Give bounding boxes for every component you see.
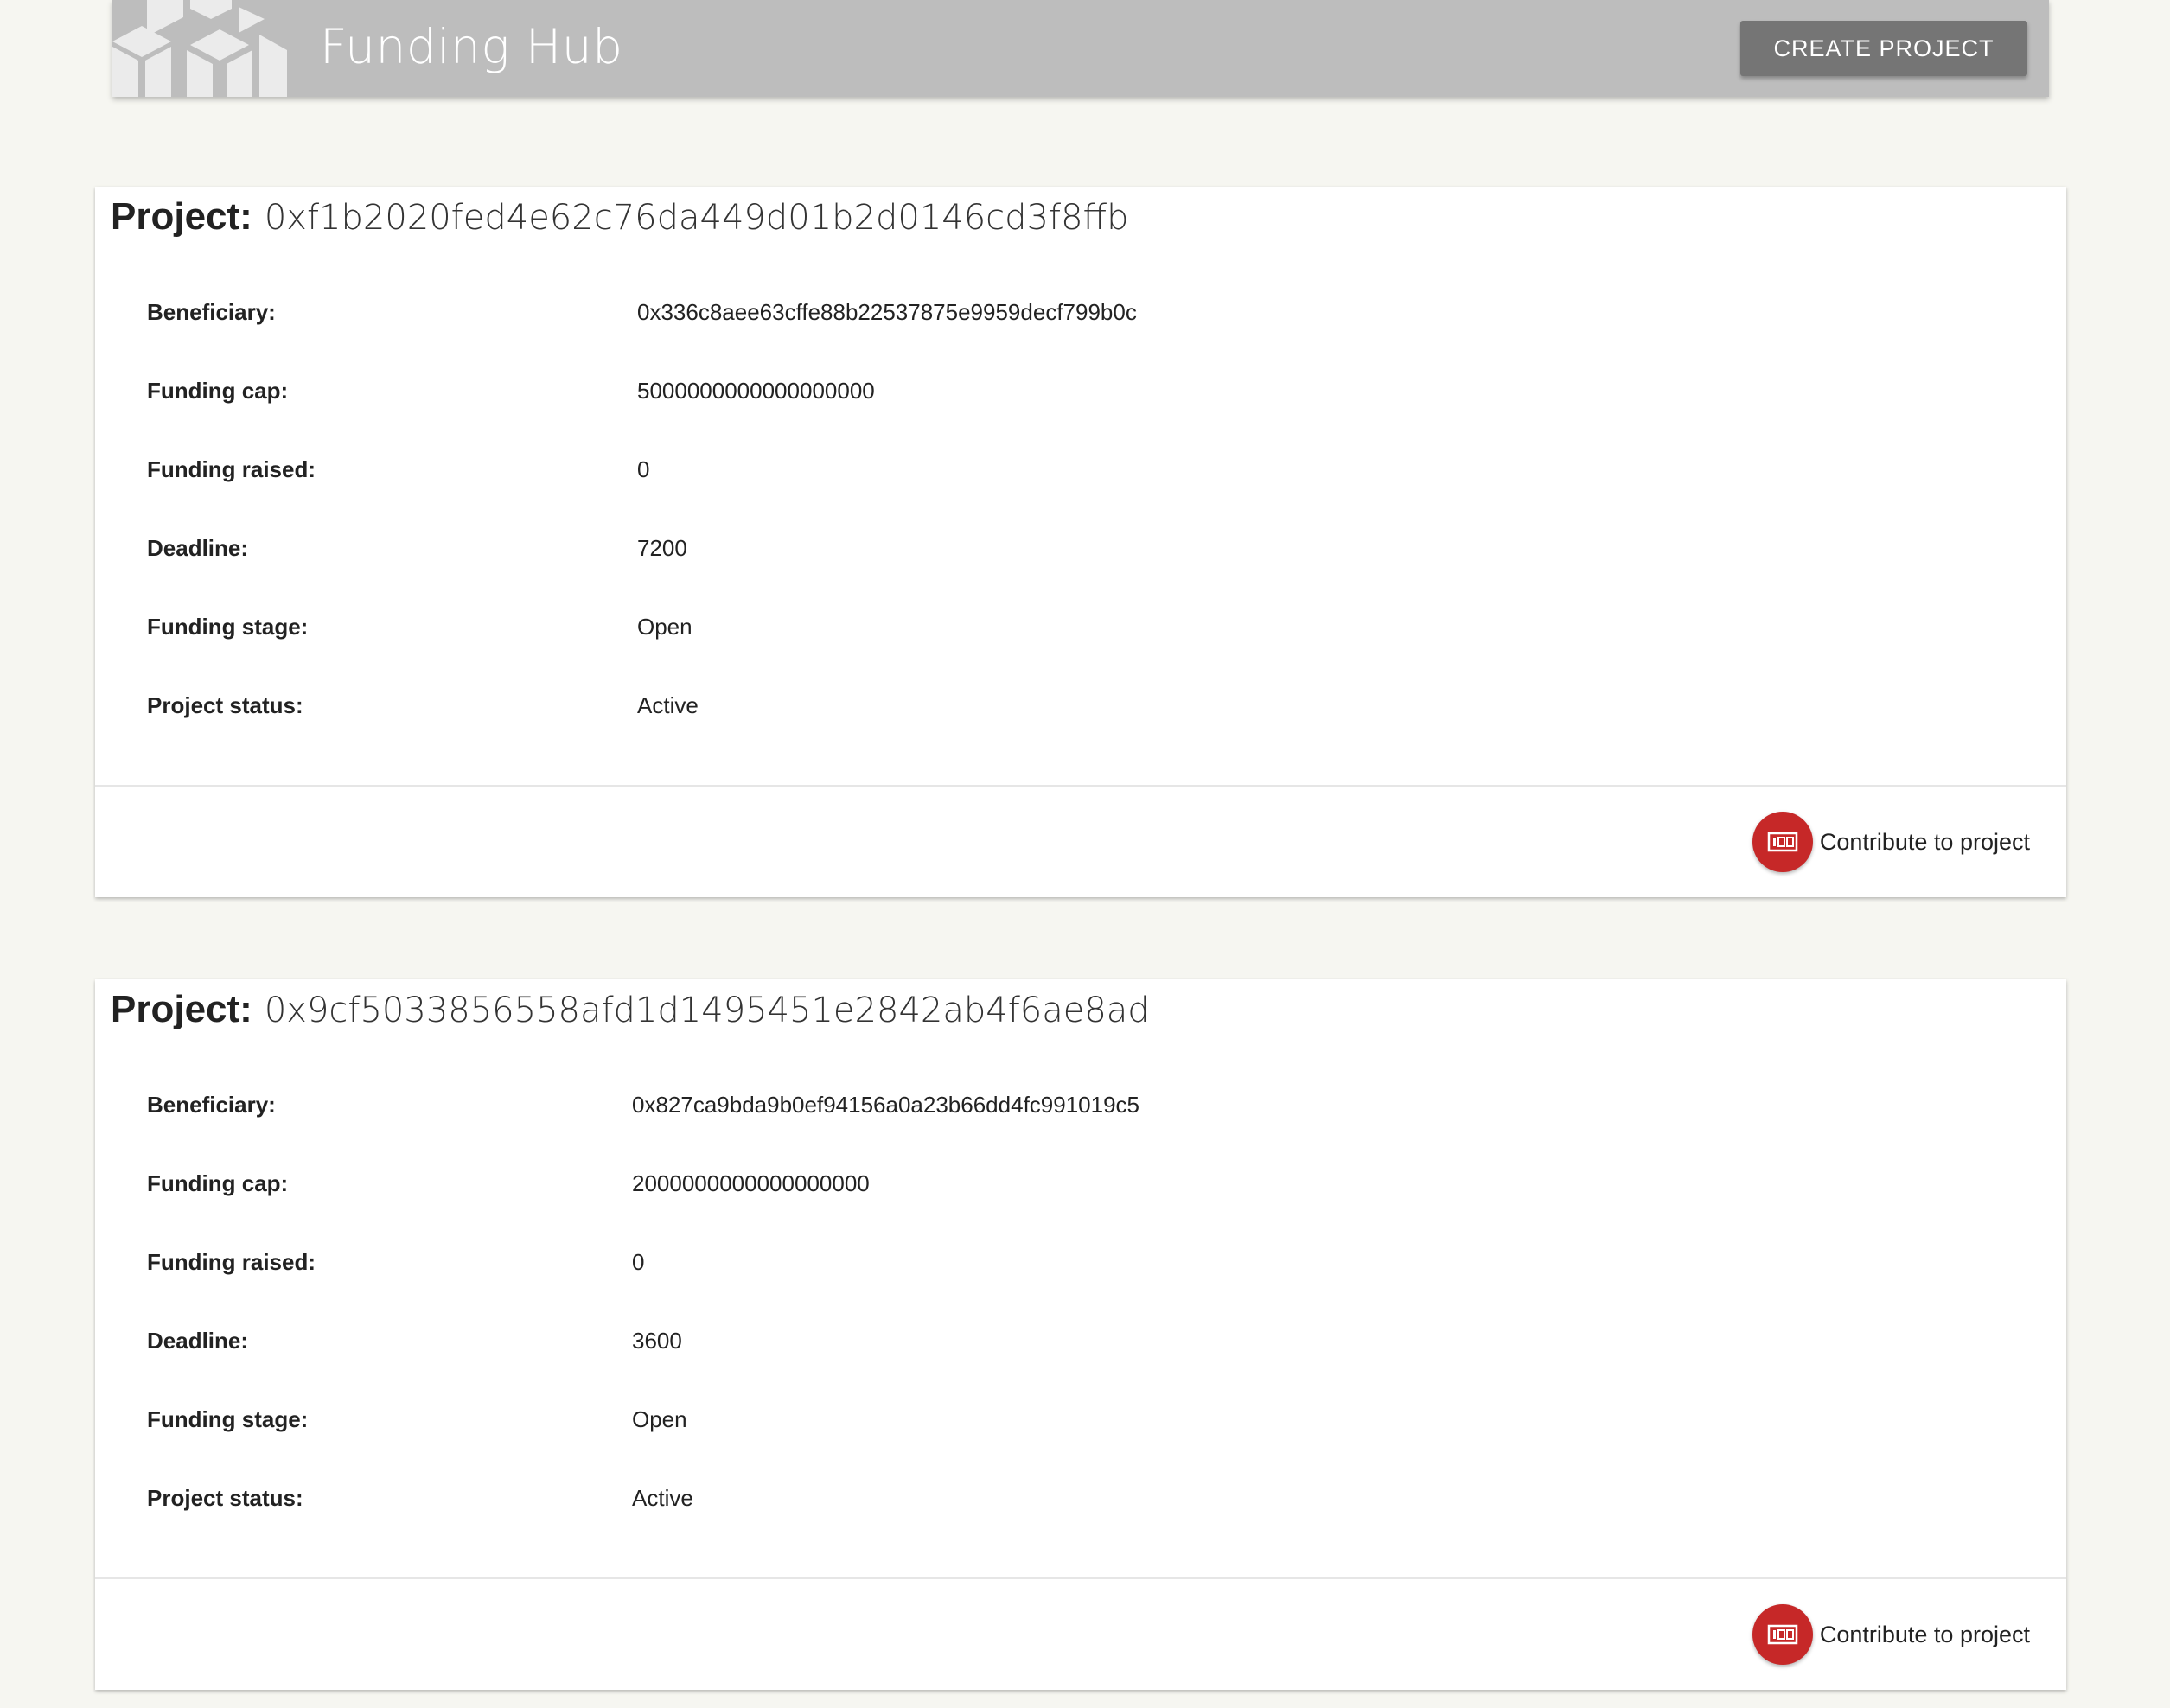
- app-title: Funding Hub: [320, 19, 623, 74]
- field-label: Beneficiary:: [147, 299, 276, 325]
- field-value: 2000000000000000000: [632, 1170, 870, 1196]
- field-beneficiary: Beneficiary: 0x827ca9bda9b0ef94156a0a23b…: [147, 1092, 2006, 1170]
- money-icon[interactable]: [1752, 1604, 1813, 1665]
- field-value: 7200: [637, 535, 687, 561]
- field-value: 0x336c8aee63cffe88b22537875e9959decf799b…: [637, 299, 1137, 325]
- field-label: Funding stage:: [147, 614, 309, 640]
- field-value: 0: [632, 1249, 645, 1275]
- cubes-logo-icon: [112, 0, 287, 97]
- project-title-label: Project:: [111, 988, 252, 1030]
- project-id: 0xf1b2020fed4e62c76da449d01b2d0146cd3f8f…: [264, 198, 1129, 238]
- project-details: Beneficiary: 0x827ca9bda9b0ef94156a0a23b…: [147, 1092, 2006, 1564]
- field-funding-stage: Funding stage: Open: [147, 614, 2006, 692]
- field-label: Beneficiary:: [147, 1092, 276, 1118]
- app-bar: Funding Hub CREATE PROJECT: [112, 0, 2049, 97]
- card-divider: [95, 785, 2066, 787]
- project-title: Project: 0xf1b2020fed4e62c76da449d01b2d01…: [111, 195, 1128, 239]
- field-funding-cap: Funding cap: 5000000000000000000: [147, 378, 2006, 456]
- field-label: Deadline:: [147, 535, 249, 561]
- field-value: 3600: [632, 1328, 682, 1354]
- field-value: Open: [637, 614, 692, 640]
- field-label: Funding cap:: [147, 378, 289, 404]
- field-beneficiary: Beneficiary: 0x336c8aee63cffe88b22537875…: [147, 299, 2006, 378]
- field-label: Project status:: [147, 1485, 303, 1511]
- field-value: 0x827ca9bda9b0ef94156a0a23b66dd4fc991019…: [632, 1092, 1140, 1118]
- field-value: Active: [637, 692, 699, 718]
- money-icon[interactable]: [1752, 812, 1813, 872]
- field-label: Project status:: [147, 692, 303, 718]
- field-label: Deadline:: [147, 1328, 249, 1354]
- project-card: Project: 0x9cf5033856558afd1d1495451e2842…: [95, 979, 2066, 1690]
- field-value: Open: [632, 1406, 687, 1432]
- contribute-label[interactable]: Contribute to project: [1820, 1622, 2030, 1648]
- field-value: 0: [637, 456, 650, 482]
- field-label: Funding cap:: [147, 1170, 289, 1196]
- contribute-button[interactable]: Contribute to project: [1752, 811, 2030, 873]
- field-funding-raised: Funding raised: 0: [147, 456, 2006, 535]
- field-label: Funding raised:: [147, 456, 316, 482]
- field-funding-cap: Funding cap: 2000000000000000000: [147, 1170, 2006, 1249]
- project-title: Project: 0x9cf5033856558afd1d1495451e2842…: [111, 988, 1150, 1031]
- project-title-label: Project:: [111, 195, 252, 238]
- contribute-label[interactable]: Contribute to project: [1820, 829, 2030, 856]
- contribute-button[interactable]: Contribute to project: [1752, 1603, 2030, 1666]
- field-project-status: Project status: Active: [147, 1485, 2006, 1564]
- project-card: Project: 0xf1b2020fed4e62c76da449d01b2d01…: [95, 187, 2066, 897]
- field-label: Funding raised:: [147, 1249, 316, 1275]
- field-value: Active: [632, 1485, 693, 1511]
- create-project-button[interactable]: CREATE PROJECT: [1740, 21, 2027, 76]
- field-deadline: Deadline: 3600: [147, 1328, 2006, 1406]
- field-funding-raised: Funding raised: 0: [147, 1249, 2006, 1328]
- project-details: Beneficiary: 0x336c8aee63cffe88b22537875…: [147, 299, 2006, 771]
- card-divider: [95, 1577, 2066, 1579]
- field-project-status: Project status: Active: [147, 692, 2006, 771]
- project-id: 0x9cf5033856558afd1d1495451e2842ab4f6ae8…: [264, 991, 1150, 1030]
- field-value: 5000000000000000000: [637, 378, 875, 404]
- field-label: Funding stage:: [147, 1406, 309, 1432]
- field-deadline: Deadline: 7200: [147, 535, 2006, 614]
- field-funding-stage: Funding stage: Open: [147, 1406, 2006, 1485]
